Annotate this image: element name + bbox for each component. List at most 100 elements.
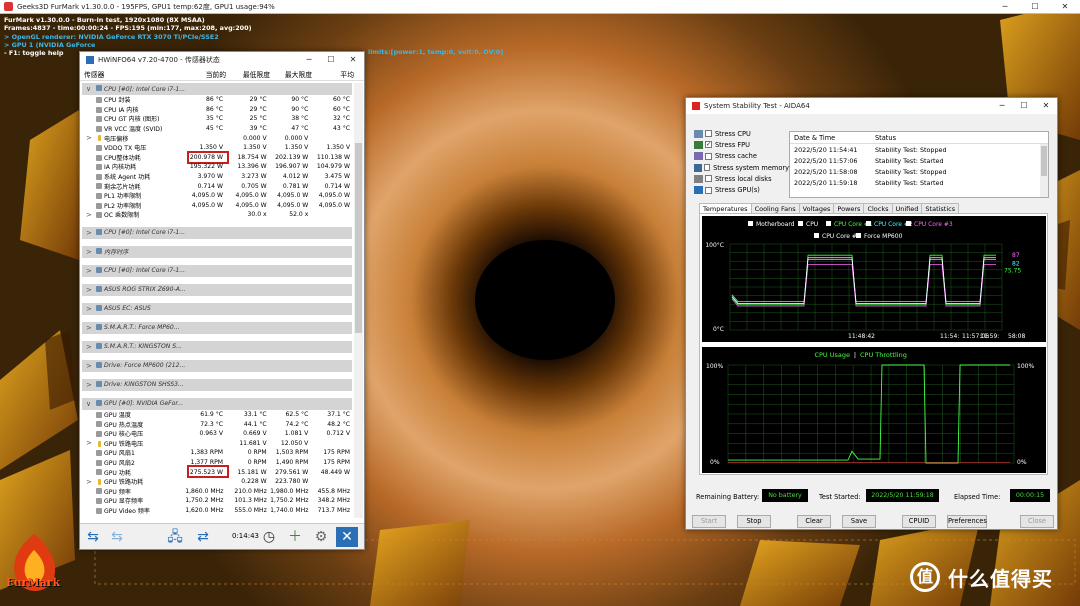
hwinfo-maximize-button[interactable]: ☐ xyxy=(320,52,342,68)
sensor-group-header[interactable]: > 内存时序 xyxy=(82,245,352,258)
log-row[interactable]: 2022/5/20 11:58:08 Stability Test: Stoppe… xyxy=(790,166,1048,177)
sensor-group-header[interactable]: > S.M.A.R.T.: KINGSTON S... xyxy=(82,340,352,353)
hwinfo-toolbar: ⇆ ⇆ 🖧 ⇄ 0:14:43 ◷ ＋ ⚙ ✕ xyxy=(80,523,364,549)
sensor-row[interactable]: CPU IA 内核 86 °C 29 °C 90 °C 60 °C xyxy=(82,105,352,115)
maximize-button[interactable]: ☐ xyxy=(1020,0,1050,14)
cpu-usage-graph: CPU Usage | CPU Throttling 100% 0% 100% 0% xyxy=(702,347,1046,473)
sensor-row[interactable]: PL1 功率限制 4,095.0 W 4,095.0 W 4,095.0 W 4,095… xyxy=(82,191,352,201)
value-current: 72.3 °C xyxy=(200,420,224,428)
save-button[interactable]: Save xyxy=(842,515,876,528)
sensor-row[interactable]: GPU 温度 61.9 °C 33.1 °C 62.5 °C 37.1 °C xyxy=(82,410,352,420)
sensor-group-header[interactable]: > CPU [#0]: Intel Core i7-1... xyxy=(82,226,352,239)
sensor-row[interactable]: GPU Video 频率 1,620.0 MHz 555.0 MHz 1,740.0 … xyxy=(82,506,352,516)
value-avg: 4,095.0 W xyxy=(318,192,351,200)
col-max[interactable]: 最大限度 xyxy=(270,69,312,79)
sensor-label: CPU整体功耗 xyxy=(104,154,141,162)
osd-line: > GPU 1 (NVIDIA GeForce xyxy=(4,40,96,49)
checkbox[interactable] xyxy=(705,186,712,194)
log-scrollbar[interactable] xyxy=(1040,144,1048,197)
checkbox[interactable]: ✓ xyxy=(705,141,712,149)
checkbox[interactable] xyxy=(703,164,711,172)
hwinfo-scrollbar[interactable] xyxy=(354,83,363,518)
series-line xyxy=(731,254,996,305)
checkbox[interactable] xyxy=(705,130,712,138)
sensor-row[interactable]: 剩余芯片功耗 0.714 W 0.705 W 0.781 W 0.714 W xyxy=(82,181,352,191)
sensor-row[interactable]: GPU 功耗 275.523 W 15.181 W 279.561 W 48.449 W xyxy=(82,465,352,479)
hardware-icon xyxy=(694,174,703,183)
log-row[interactable]: 2022/5/20 11:57:06 Stability Test: Starte… xyxy=(790,155,1048,166)
temperature-graph: Motherboard CPU CPU Core #1 CPU Core #2 CPU … xyxy=(702,216,1046,342)
value-min: 0.669 V xyxy=(243,430,267,438)
value-avg: 0.714 W xyxy=(324,182,351,190)
sensor-row[interactable]: GPU 热点温度 72.3 °C 44.1 °C 74.2 °C 48.2 °C xyxy=(82,419,352,429)
preferences-button[interactable]: Preferences xyxy=(947,515,987,528)
sensor-group-header[interactable]: ∨ GPU [#0]: NVIDIA GeFor... xyxy=(82,397,352,410)
log-col-status[interactable]: Status xyxy=(875,134,896,142)
col-sensor[interactable]: 传感器 xyxy=(80,69,186,79)
hwinfo-close-button[interactable]: ✕ xyxy=(342,52,364,68)
sensor-row[interactable]: IA 内核功耗 195.322 W 13.396 W 196.907 W 104.979… xyxy=(82,162,352,172)
sensor-row[interactable]: GPU 显存频率 1,750.2 MHz 101.3 MHz 1,750.2 MHz 3… xyxy=(82,496,352,506)
arrow-left-right-icon-2[interactable]: ⇆ xyxy=(106,527,128,547)
close-button[interactable]: ✕ xyxy=(1050,0,1080,14)
log-row[interactable]: 2022/5/20 11:59:18 Stability Test: Starte… xyxy=(790,177,1048,188)
osd-line: > OpenGL renderer: NVIDIA GeForce RTX 30… xyxy=(4,32,219,41)
sensor-row[interactable]: PL2 功率限制 4,095.0 W 4,095.0 W 4,095.0 W 4,095… xyxy=(82,201,352,211)
sensor-row[interactable]: > GPU 铁路电压 11.681 V 12.050 V xyxy=(82,439,352,449)
sensor-row[interactable]: 系统 Agent 功耗 3.970 W 3.273 W 4.012 W 3.475 W xyxy=(82,172,352,182)
hwinfo-minimize-button[interactable]: ─ xyxy=(298,52,320,68)
close-button[interactable]: Close xyxy=(1020,515,1054,528)
col-avg[interactable]: 平均 xyxy=(312,69,354,79)
cpuid-button[interactable]: CPUID xyxy=(902,515,936,528)
sensor-group-header[interactable]: > S.M.A.R.T.: Force MP60... xyxy=(82,321,352,334)
value-avg: 175 RPM xyxy=(323,458,351,466)
aida64-maximize-button[interactable]: ☐ xyxy=(1013,98,1035,114)
sensor-row[interactable]: > 电压偏移 0.000 V 0.000 V xyxy=(82,133,352,143)
log-col-date[interactable]: Date & Time xyxy=(790,134,875,142)
sensor-row[interactable]: VR VCC 温度 (SVID) 45 °C 39 °C 47 °C 43 °C xyxy=(82,124,352,134)
stress-option[interactable]: Stress cache xyxy=(694,151,789,162)
sensor-group-header[interactable]: > ASUS ROG STRIX Z690-A... xyxy=(82,283,352,296)
network-icon[interactable]: 🖧 xyxy=(164,527,186,547)
arrow-left-right-icon[interactable]: ⇆ xyxy=(82,527,104,547)
stop-button[interactable]: Stop xyxy=(737,515,771,528)
sensor-group-header[interactable]: > ASUS EC: ASUS xyxy=(82,302,352,315)
sensor-row[interactable]: GPU 风扇1 1,383 RPM 0 RPM 1,503 RPM 175 RPM xyxy=(82,448,352,458)
stress-option[interactable]: Stress CPU xyxy=(694,128,789,139)
checkbox[interactable] xyxy=(705,152,712,160)
sensor-row[interactable]: CPU整体功耗 200.978 W 18.754 W 202.139 W 110.138… xyxy=(82,150,352,164)
sensor-group-header[interactable]: > Drive: KINGSTON SHSS3... xyxy=(82,378,352,391)
stress-option[interactable]: Stress GPU(s) xyxy=(694,184,789,195)
stress-option[interactable]: Stress local disks xyxy=(694,173,789,184)
minimize-button[interactable]: ─ xyxy=(990,0,1020,14)
value-max: 12.050 V xyxy=(280,439,309,447)
aida64-minimize-button[interactable]: ─ xyxy=(991,98,1013,114)
log-row[interactable]: 2022/5/20 11:54:41 Stability Test: Stoppe… xyxy=(790,144,1048,155)
sensor-group-header[interactable]: > CPU [#0]: Intel Core i7-1... xyxy=(82,264,352,277)
stress-option[interactable]: Stress system memory xyxy=(694,162,789,173)
clear-button[interactable]: Clear xyxy=(797,515,831,528)
stress-option[interactable]: ✓ Stress FPU xyxy=(694,139,789,150)
sensor-row[interactable]: > GPU 铁路功耗 0.228 W 223.780 W xyxy=(82,477,352,487)
sensor-row[interactable]: CPU GT 内核 (图形) 35 °C 25 °C 38 °C 32 °C xyxy=(82,114,352,124)
sensor-row[interactable]: GPU 核心电压 0.963 V 0.669 V 1.081 V 0.712 V xyxy=(82,429,352,439)
aida64-close-button[interactable]: ✕ xyxy=(1035,98,1057,114)
sensor-row[interactable]: CPU 封装 86 °C 29 °C 90 °C 60 °C xyxy=(82,95,352,105)
sensor-row[interactable]: > OC 乘数限制 30.0 x 52.0 x xyxy=(82,210,352,220)
value-min: 0 RPM xyxy=(247,458,267,466)
sensor-row[interactable]: GPU 频率 1,860.0 MHz 210.0 MHz 1,980.0 MHz 455… xyxy=(82,486,352,496)
start-button[interactable]: Start xyxy=(692,515,726,528)
value-min: 0 RPM xyxy=(247,449,267,457)
sensor-group-header[interactable]: ∨ CPU [#0]: Intel Core i7-1... xyxy=(82,83,352,95)
settings-icon[interactable]: ⚙ xyxy=(310,527,332,547)
add-report-icon[interactable]: ＋ xyxy=(284,527,306,547)
clock-icon[interactable]: ◷ xyxy=(258,527,280,547)
col-current[interactable]: 当前的 xyxy=(186,69,226,79)
sync-icon[interactable]: ⇄ xyxy=(192,527,214,547)
col-min[interactable]: 最低限度 xyxy=(226,69,270,79)
close-sensors-icon[interactable]: ✕ xyxy=(336,527,358,547)
sensor-group-header[interactable]: > Drive: Force MP600 (212... xyxy=(82,359,352,372)
checkbox[interactable] xyxy=(705,175,712,183)
value-max: 47 °C xyxy=(291,125,309,133)
hardware-icon xyxy=(694,129,703,138)
